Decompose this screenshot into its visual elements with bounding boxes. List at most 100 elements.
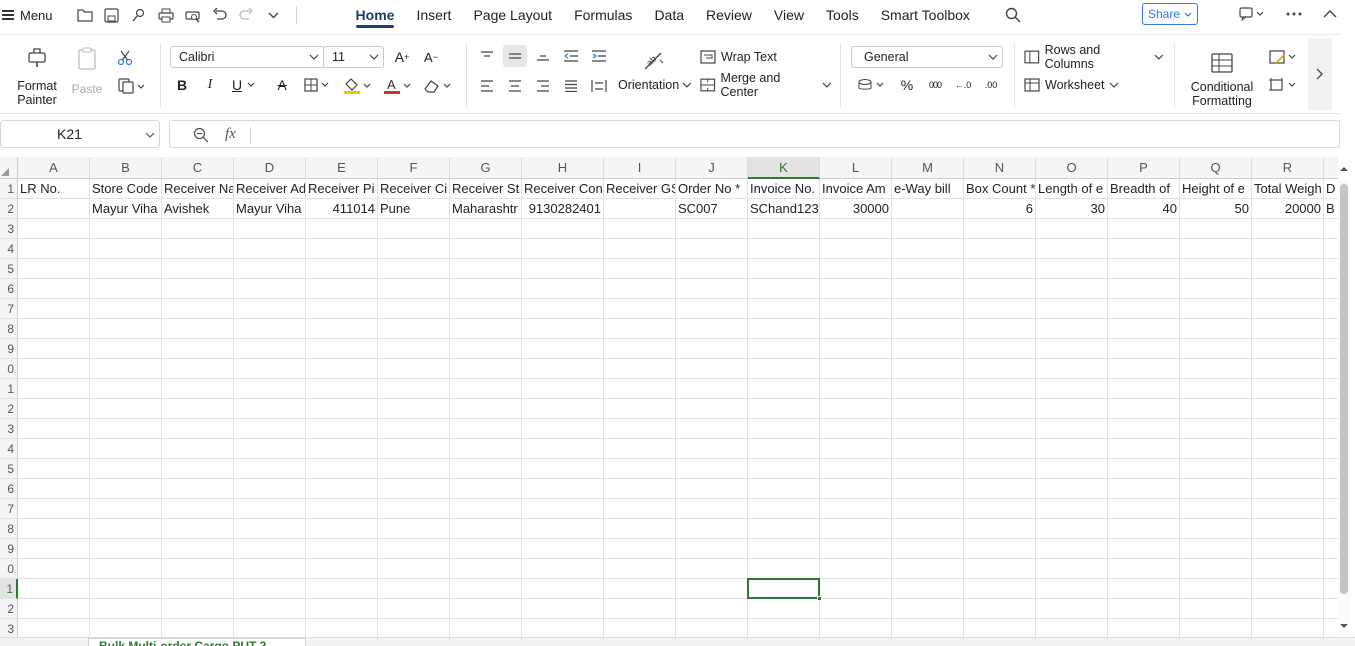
cell[interactable]: [522, 219, 604, 239]
data-cell[interactable]: Avishek: [162, 199, 234, 219]
cell[interactable]: [162, 399, 234, 419]
cell[interactable]: [892, 599, 964, 619]
tab-smart-toolbox[interactable]: Smart Toolbox: [870, 0, 981, 30]
align-center-icon[interactable]: [504, 75, 526, 97]
cell[interactable]: [1324, 539, 1338, 559]
cell[interactable]: [450, 419, 522, 439]
cell[interactable]: [892, 359, 964, 379]
cell[interactable]: [1108, 219, 1180, 239]
cell[interactable]: [90, 219, 162, 239]
merge-center-button[interactable]: Merge and Center: [700, 71, 832, 99]
cell[interactable]: [604, 399, 676, 419]
increase-font-icon[interactable]: A +: [391, 47, 413, 67]
cell[interactable]: [676, 259, 748, 279]
increase-indent-icon[interactable]: [588, 45, 610, 67]
cell[interactable]: [1252, 559, 1324, 579]
cell[interactable]: [1324, 579, 1338, 599]
cell[interactable]: [1252, 219, 1324, 239]
cell[interactable]: [892, 299, 964, 319]
cell[interactable]: [1108, 239, 1180, 259]
cell[interactable]: [90, 339, 162, 359]
cell[interactable]: [748, 379, 820, 399]
cell[interactable]: [450, 359, 522, 379]
cell[interactable]: [604, 239, 676, 259]
cell[interactable]: [604, 279, 676, 299]
cell[interactable]: [604, 379, 676, 399]
cell[interactable]: [892, 339, 964, 359]
cell[interactable]: [18, 299, 90, 319]
cell[interactable]: [1324, 279, 1338, 299]
cell[interactable]: [378, 599, 450, 619]
header-cell[interactable]: Order No *: [676, 179, 748, 199]
cell[interactable]: [1108, 279, 1180, 299]
cell[interactable]: [306, 539, 378, 559]
column-header[interactable]: P: [1108, 157, 1180, 179]
cell[interactable]: [676, 539, 748, 559]
cell[interactable]: [450, 519, 522, 539]
cell[interactable]: [1180, 399, 1252, 419]
cell[interactable]: [1108, 419, 1180, 439]
data-cell[interactable]: B: [1324, 199, 1338, 219]
cell[interactable]: [378, 539, 450, 559]
cell[interactable]: [1108, 259, 1180, 279]
cell[interactable]: [162, 519, 234, 539]
cell-style-icon[interactable]: [1266, 47, 1300, 67]
cell[interactable]: [234, 259, 306, 279]
cell[interactable]: [1252, 599, 1324, 619]
column-header[interactable]: G: [450, 157, 522, 179]
cell[interactable]: [1108, 439, 1180, 459]
cell[interactable]: [522, 299, 604, 319]
cell[interactable]: [964, 459, 1036, 479]
data-cell[interactable]: 20000: [1252, 199, 1324, 219]
cell[interactable]: [1324, 499, 1338, 519]
header-cell[interactable]: Receiver GS: [604, 179, 676, 199]
cell[interactable]: [162, 279, 234, 299]
thousands-icon[interactable]: 000: [924, 75, 946, 95]
cell[interactable]: [306, 519, 378, 539]
cell[interactable]: [162, 359, 234, 379]
rows-columns-button[interactable]: Rows and Columns: [1024, 43, 1164, 71]
cell[interactable]: [450, 599, 522, 619]
cell[interactable]: [1180, 459, 1252, 479]
cell[interactable]: [676, 419, 748, 439]
cell[interactable]: [604, 499, 676, 519]
cell[interactable]: [820, 579, 892, 599]
cell[interactable]: [748, 479, 820, 499]
cell[interactable]: [450, 619, 522, 637]
cell[interactable]: [1324, 479, 1338, 499]
cell[interactable]: [1180, 559, 1252, 579]
cell[interactable]: [1180, 439, 1252, 459]
cell[interactable]: [1324, 239, 1338, 259]
cell[interactable]: [18, 339, 90, 359]
cell[interactable]: [964, 359, 1036, 379]
cell[interactable]: [1252, 279, 1324, 299]
cell[interactable]: [1324, 399, 1338, 419]
percent-icon[interactable]: %: [896, 75, 918, 95]
cell[interactable]: [676, 519, 748, 539]
column-header[interactable]: E: [306, 157, 378, 179]
justify-icon[interactable]: [560, 75, 582, 97]
cell[interactable]: [234, 539, 306, 559]
cell[interactable]: [522, 379, 604, 399]
cell[interactable]: [162, 299, 234, 319]
share-button[interactable]: Share: [1142, 3, 1198, 25]
row-header[interactable]: 2: [0, 399, 18, 419]
cell[interactable]: [90, 619, 162, 637]
header-cell[interactable]: Receiver Pi: [306, 179, 378, 199]
cell[interactable]: [18, 259, 90, 279]
cell[interactable]: [748, 539, 820, 559]
cell[interactable]: [820, 479, 892, 499]
cell[interactable]: [162, 539, 234, 559]
print-preview-icon[interactable]: [181, 3, 205, 27]
cell[interactable]: [1324, 559, 1338, 579]
cell[interactable]: [450, 579, 522, 599]
cell[interactable]: [378, 459, 450, 479]
font-color-icon[interactable]: A: [382, 75, 414, 97]
cell[interactable]: [1036, 299, 1108, 319]
cell[interactable]: [748, 219, 820, 239]
cell[interactable]: [378, 419, 450, 439]
column-header[interactable]: R: [1252, 157, 1324, 179]
cell[interactable]: [964, 319, 1036, 339]
cell[interactable]: [18, 419, 90, 439]
tab-review[interactable]: Review: [695, 0, 763, 30]
